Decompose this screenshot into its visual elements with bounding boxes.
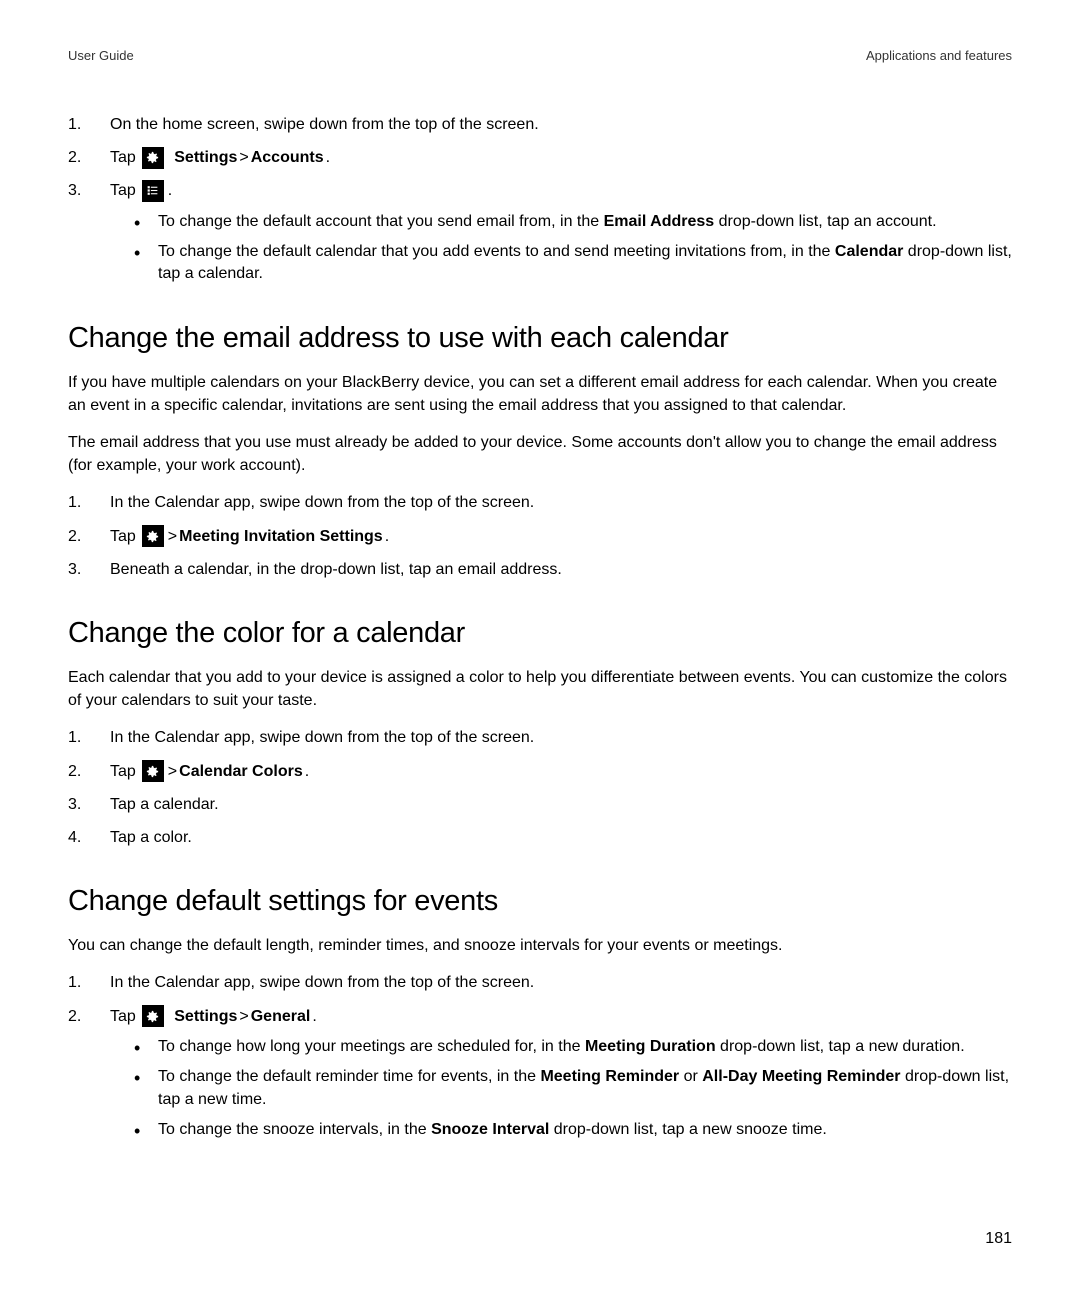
list-item: To change how long your meetings are sch… [134, 1036, 1012, 1058]
section3-heading: Change default settings for events [68, 885, 1012, 918]
section0-steps: 1. On the home screen, swipe down from t… [68, 113, 1012, 286]
list-item: 2. Tap > Calendar Colors . [68, 760, 1012, 783]
section3-bullets: To change how long your meetings are sch… [134, 1036, 1012, 1142]
list-item: 3. Tap a calendar. [68, 793, 1012, 816]
section2-para1: Each calendar that you add to your devic… [68, 666, 1012, 712]
list-item: To change the default account that you s… [134, 211, 1012, 233]
section3-para1: You can change the default length, remin… [68, 934, 1012, 957]
list-item: 3. Beneath a calendar, in the drop-down … [68, 558, 1012, 581]
list-item: To change the default reminder time for … [134, 1066, 1012, 1111]
section1-para2: The email address that you use must alre… [68, 431, 1012, 477]
section1-heading: Change the email address to use with eac… [68, 322, 1012, 355]
list-icon [142, 180, 164, 202]
header-right: Applications and features [866, 48, 1012, 63]
list-item: 1. In the Calendar app, swipe down from … [68, 971, 1012, 994]
list-item: 3. Tap . To change the default account t… [68, 179, 1012, 285]
list-item: 1. In the Calendar app, swipe down from … [68, 726, 1012, 749]
list-item: 4. Tap a color. [68, 826, 1012, 849]
section3-steps: 1. In the Calendar app, swipe down from … [68, 971, 1012, 1141]
gear-icon [142, 525, 164, 547]
list-item: 2. Tap > Meeting Invitation Settings . [68, 525, 1012, 548]
page-header: User Guide Applications and features [68, 48, 1012, 63]
section0-bullets: To change the default account that you s… [134, 211, 1012, 286]
section2-heading: Change the color for a calendar [68, 617, 1012, 650]
list-item: 2. Tap Settings > General . To change ho… [68, 1005, 1012, 1142]
list-item: 1. In the Calendar app, swipe down from … [68, 491, 1012, 514]
section1-para1: If you have multiple calendars on your B… [68, 371, 1012, 417]
header-left: User Guide [68, 48, 134, 63]
gear-icon [142, 1005, 164, 1027]
list-item: To change the snooze intervals, in the S… [134, 1119, 1012, 1141]
list-item: 1. On the home screen, swipe down from t… [68, 113, 1012, 136]
section1-steps: 1. In the Calendar app, swipe down from … [68, 491, 1012, 581]
section2-steps: 1. In the Calendar app, swipe down from … [68, 726, 1012, 849]
gear-icon [142, 760, 164, 782]
page-number: 181 [985, 1230, 1012, 1248]
list-item: 2. Tap Settings > Accounts . [68, 146, 1012, 169]
list-item: To change the default calendar that you … [134, 241, 1012, 286]
gear-icon [142, 147, 164, 169]
